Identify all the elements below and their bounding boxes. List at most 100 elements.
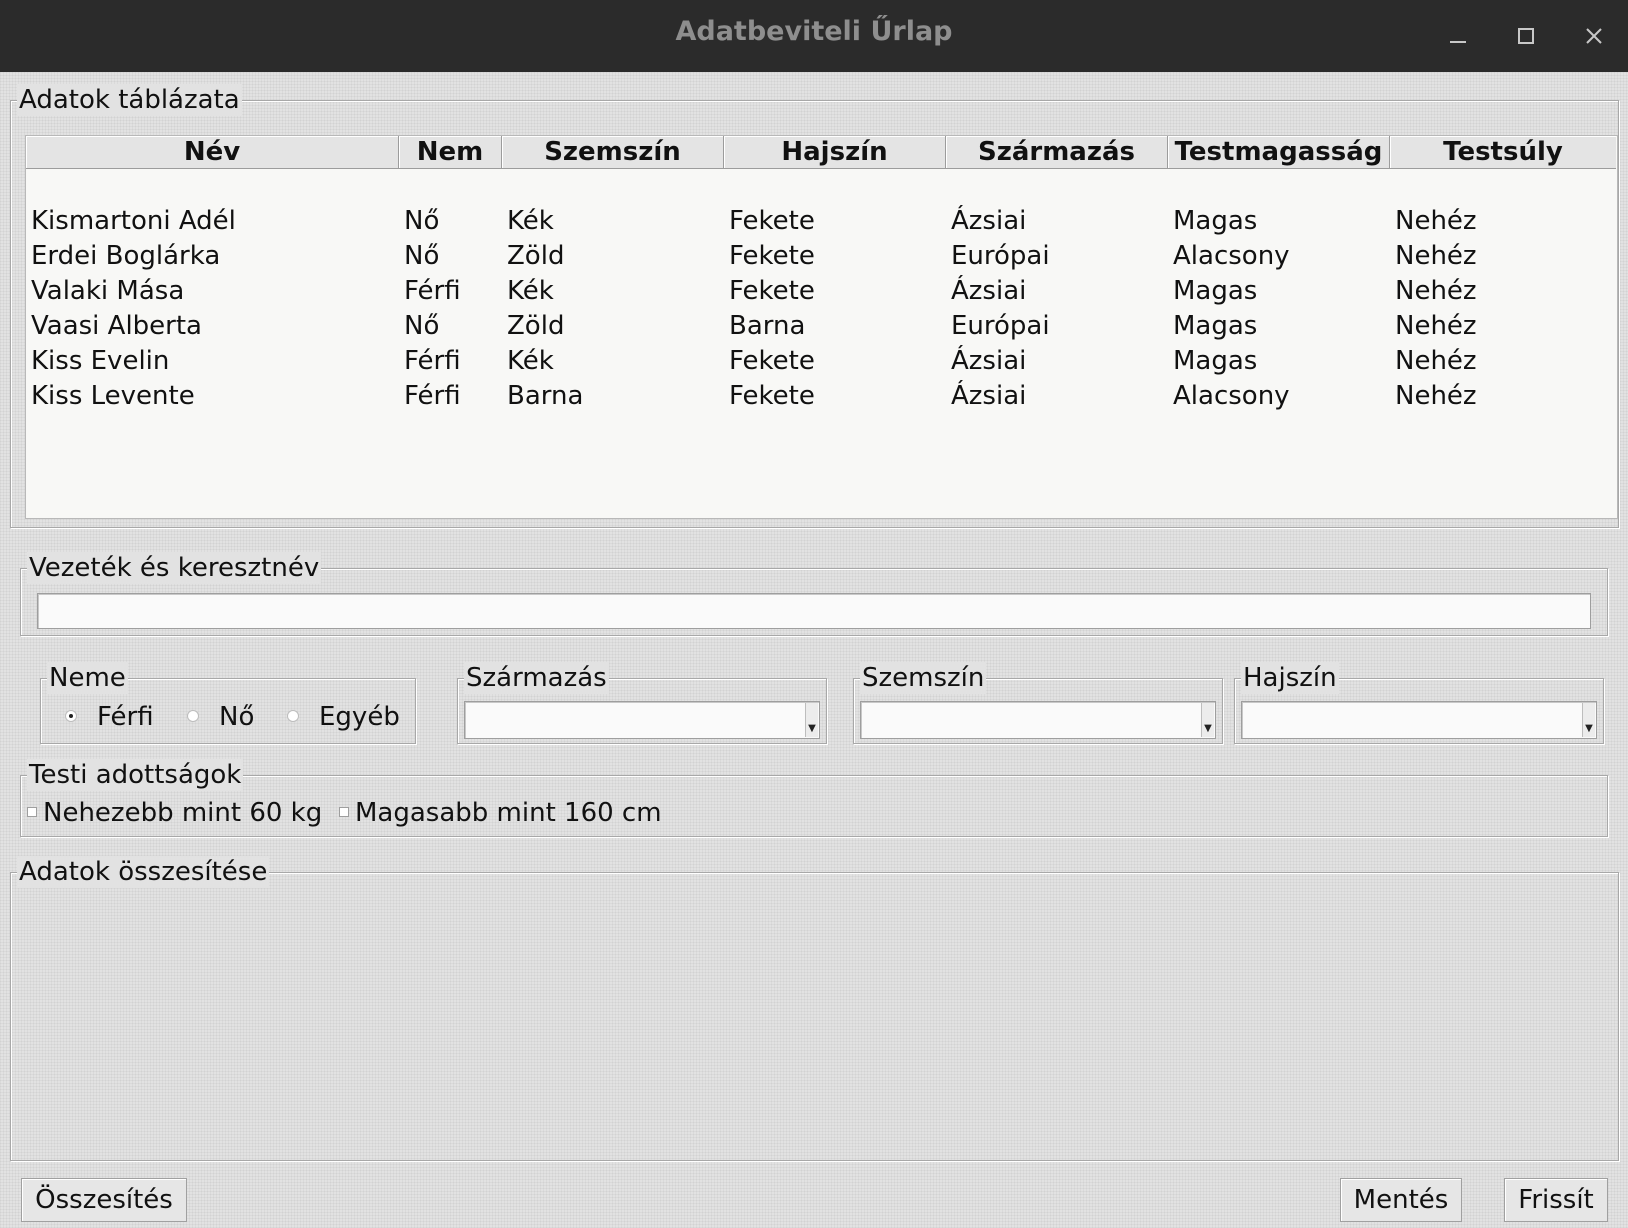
refresh-button[interactable]: Frissít: [1504, 1178, 1608, 1222]
chevron-down-icon[interactable]: ▼: [1201, 703, 1214, 737]
name-fieldset: Vezeték és keresztnév: [20, 552, 1608, 636]
radio-checked-icon: [65, 709, 77, 722]
cell-origin: Ázsiai: [951, 276, 1027, 306]
cell-eye-color: Zöld: [507, 311, 565, 341]
cell-weight: Nehéz: [1395, 381, 1477, 411]
form-window: Adatok táblázata Név Nem Szemszín Hajszí…: [0, 72, 1628, 1228]
maximize-button[interactable]: [1510, 20, 1542, 52]
summary-text-area[interactable]: [15, 893, 1614, 1156]
cell-origin: Ázsiai: [951, 381, 1027, 411]
cell-gender: Nő: [404, 311, 440, 341]
cell-name: Valaki Mása: [31, 276, 185, 306]
checkbox-label: Nehezebb mint 60 kg: [43, 798, 323, 828]
cell-height: Magas: [1173, 311, 1258, 341]
taller-than-160cm-checkbox[interactable]: Magasabb mint 160 cm: [339, 796, 662, 830]
cell-hair-color: Barna: [729, 311, 806, 341]
cell-origin: Ázsiai: [951, 206, 1027, 236]
gender-fieldset: Neme Férfi Nő Egyéb: [40, 662, 416, 744]
cell-name: Kiss Evelin: [31, 346, 170, 376]
radio-unchecked-icon: [187, 709, 199, 722]
close-button[interactable]: [1578, 20, 1610, 52]
cell-hair-color: Fekete: [729, 241, 815, 271]
cell-name: Erdei Boglárka: [31, 241, 221, 271]
gender-radio-other[interactable]: Egyéb: [287, 701, 400, 733]
radio-unchecked-icon: [287, 709, 299, 722]
column-header-height[interactable]: Testmagasság: [1168, 136, 1390, 169]
title-bar: Adatbeviteli Űrlap: [0, 0, 1628, 72]
gender-legend: Neme: [47, 662, 128, 694]
cell-gender: Nő: [404, 206, 440, 236]
hair-color-select[interactable]: ▼: [1241, 701, 1597, 739]
table-row[interactable]: Vaasi Alberta Nő Zöld Barna Európai Maga…: [26, 309, 1617, 344]
table-row[interactable]: Kiss Levente Férfi Barna Fekete Ázsiai A…: [26, 379, 1617, 414]
hair-color-fieldset: Hajszín ▼: [1234, 662, 1604, 744]
cell-gender: Nő: [404, 241, 440, 271]
gender-option-label: Egyéb: [319, 702, 400, 732]
cell-height: Magas: [1173, 346, 1258, 376]
table-row[interactable]: Kiss Evelin Férfi Kék Fekete Ázsiai Maga…: [26, 344, 1617, 379]
column-header-weight[interactable]: Testsúly: [1390, 136, 1616, 169]
cell-eye-color: Kék: [507, 346, 554, 376]
summary-legend: Adatok összesítése: [17, 856, 270, 888]
window-title: Adatbeviteli Űrlap: [675, 16, 953, 47]
table-row[interactable]: Kismartoni Adél Nő Kék Fekete Ázsiai Mag…: [26, 204, 1617, 239]
column-header-origin[interactable]: Származás: [946, 136, 1168, 169]
name-legend: Vezeték és keresztnév: [27, 552, 322, 584]
cell-name: Vaasi Alberta: [31, 311, 202, 341]
cell-weight: Nehéz: [1395, 276, 1477, 306]
gender-option-label: Nő: [219, 702, 255, 732]
cell-hair-color: Fekete: [729, 346, 815, 376]
cell-height: Magas: [1173, 206, 1258, 236]
cell-eye-color: Barna: [507, 381, 584, 411]
cell-weight: Nehéz: [1395, 241, 1477, 271]
checkbox-icon: [339, 806, 349, 817]
cell-weight: Nehéz: [1395, 311, 1477, 341]
save-button[interactable]: Mentés: [1340, 1178, 1462, 1222]
column-header-name[interactable]: Név: [26, 136, 399, 169]
cell-hair-color: Fekete: [729, 206, 815, 236]
cell-gender: Férfi: [404, 381, 461, 411]
close-icon: [1586, 28, 1602, 44]
table-body: Kismartoni Adél Nő Kék Fekete Ázsiai Mag…: [26, 204, 1617, 414]
heavier-than-60kg-checkbox[interactable]: Nehezebb mint 60 kg: [27, 796, 322, 830]
cell-hair-color: Fekete: [729, 276, 815, 306]
name-input[interactable]: [37, 593, 1591, 629]
cell-gender: Férfi: [404, 346, 461, 376]
column-header-eye-color[interactable]: Szemszín: [502, 136, 724, 169]
gender-radio-male[interactable]: Férfi: [65, 701, 154, 733]
cell-weight: Nehéz: [1395, 206, 1477, 236]
chevron-down-icon[interactable]: ▼: [805, 703, 818, 737]
eye-color-legend: Szemszín: [860, 662, 987, 694]
cell-name: Kismartoni Adél: [31, 206, 236, 236]
cell-height: Alacsony: [1173, 241, 1290, 271]
eye-color-fieldset: Szemszín ▼: [853, 662, 1223, 744]
gender-option-label: Férfi: [97, 702, 154, 732]
minimize-icon: [1450, 41, 1466, 43]
cell-eye-color: Kék: [507, 206, 554, 236]
body-fieldset: Testi adottságok Nehezebb mint 60 kg Mag…: [20, 759, 1608, 837]
table-row[interactable]: Erdei Boglárka Nő Zöld Fekete Európai Al…: [26, 239, 1617, 274]
minimize-button[interactable]: [1442, 20, 1474, 52]
hair-color-legend: Hajszín: [1241, 662, 1339, 694]
data-table[interactable]: Név Nem Szemszín Hajszín Származás Testm…: [25, 135, 1618, 519]
body-legend: Testi adottságok: [27, 759, 244, 791]
maximize-icon: [1518, 28, 1534, 44]
table-legend: Adatok táblázata: [17, 84, 242, 116]
cell-eye-color: Zöld: [507, 241, 565, 271]
column-header-gender[interactable]: Nem: [399, 136, 502, 169]
cell-origin: Ázsiai: [951, 346, 1027, 376]
eye-color-select[interactable]: ▼: [860, 701, 1216, 739]
cell-origin: Európai: [951, 311, 1050, 341]
cell-name: Kiss Levente: [31, 381, 195, 411]
table-header: Név Nem Szemszín Hajszín Származás Testm…: [26, 136, 1617, 170]
column-header-hair-color[interactable]: Hajszín: [724, 136, 946, 169]
cell-weight: Nehéz: [1395, 346, 1477, 376]
cell-gender: Férfi: [404, 276, 461, 306]
chevron-down-icon[interactable]: ▼: [1582, 703, 1595, 737]
table-row[interactable]: Valaki Mása Férfi Kék Fekete Ázsiai Maga…: [26, 274, 1617, 309]
cell-height: Alacsony: [1173, 381, 1290, 411]
origin-select[interactable]: ▼: [464, 701, 820, 739]
summarize-button[interactable]: Összesítés: [21, 1178, 187, 1222]
cell-origin: Európai: [951, 241, 1050, 271]
gender-radio-female[interactable]: Nő: [187, 701, 254, 733]
